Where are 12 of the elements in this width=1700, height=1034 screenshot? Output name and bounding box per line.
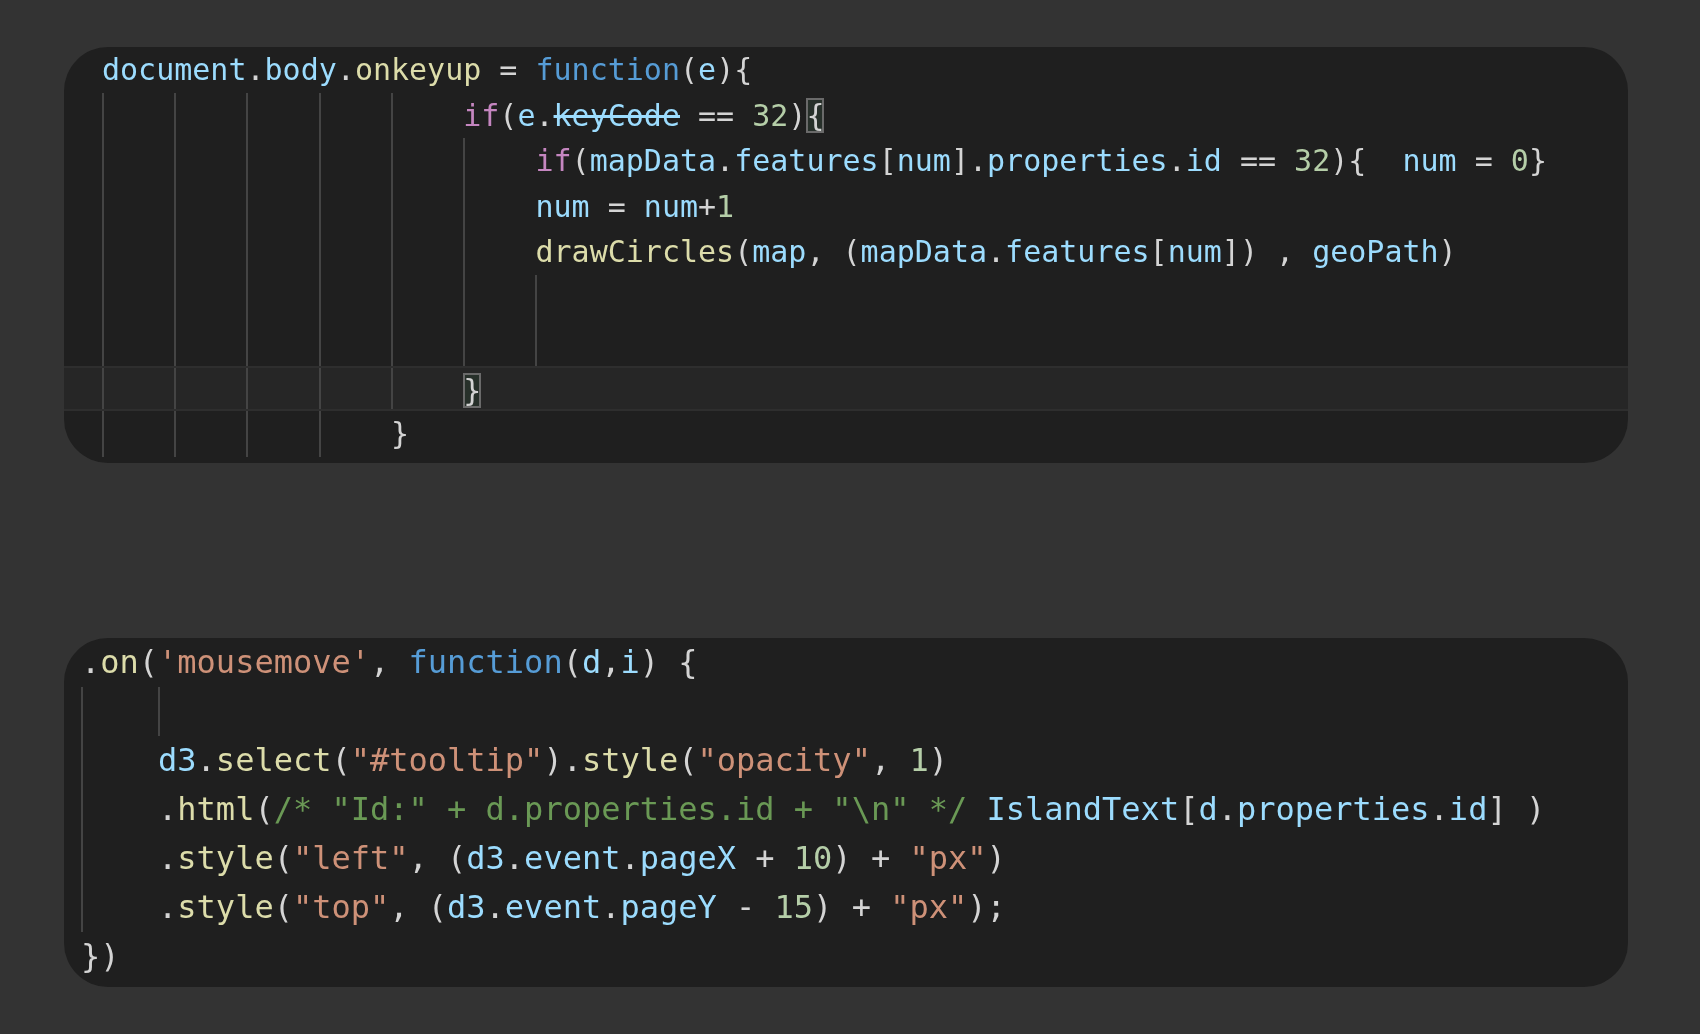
code-line: d3.select("#tooltip").style("opacity", 1) [157, 740, 948, 779]
code-line: } [390, 416, 410, 451]
code-line: .style("left", (d3.event.pageX + 10) + "px") [157, 838, 1006, 877]
code-line: if(mapData.features[num].properties.id == 32){ num = 0} [534, 143, 1547, 178]
code-line: .html(/* "Id:" + d.properties.id + "\n" */ IslandText[d.properties.id] ) [157, 789, 1546, 828]
code-line: num = num+1 [534, 188, 735, 224]
code-line: if(e.keyCode == 32){ [462, 97, 825, 133]
code-line: drawCircles(map, (mapData.features[num]) , geoPath) [534, 234, 1457, 269]
code-line: }) [81, 936, 120, 975]
code-line: .on('mousemove', function(d,i) { [81, 642, 698, 681]
code-line: .style("top", (d3.event.pageY - 15) + "px"); [157, 887, 1006, 926]
code-line: document.body.onkeyup = function(e){ [102, 52, 753, 87]
